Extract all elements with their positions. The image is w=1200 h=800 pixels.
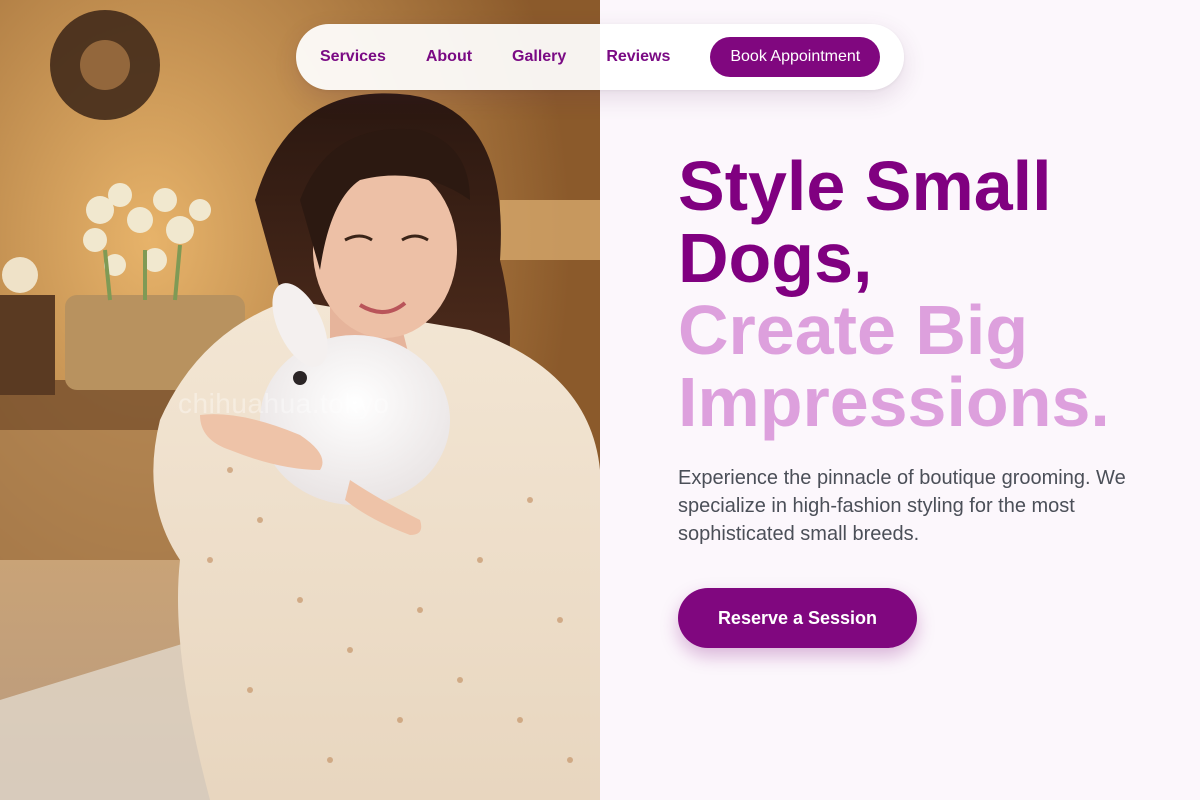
headline-line-4: Impressions.: [678, 363, 1110, 441]
reserve-session-button[interactable]: Reserve a Session: [678, 588, 917, 648]
landing-page: chihuahua.tokyo Services About Gallery R…: [0, 0, 1200, 800]
nav-link-reviews[interactable]: Reviews: [606, 48, 670, 66]
headline-line-3: Create Big: [678, 291, 1029, 369]
headline-line-1: Style Small: [678, 147, 1052, 225]
hero-headline: Style Small Dogs, Create Big Impressions…: [678, 150, 1178, 438]
hero-description: Experience the pinnacle of boutique groo…: [678, 467, 1126, 545]
nav-link-about[interactable]: About: [426, 48, 472, 66]
headline-line-2: Dogs,: [678, 219, 873, 297]
nav-link-services[interactable]: Services: [320, 48, 386, 66]
hero-photo: chihuahua.tokyo: [0, 0, 600, 800]
nav-link-gallery[interactable]: Gallery: [512, 48, 566, 66]
main-nav: Services About Gallery Reviews Book Appo…: [296, 24, 904, 90]
photo-watermark: chihuahua.tokyo: [178, 388, 390, 419]
book-appointment-button[interactable]: Book Appointment: [710, 37, 881, 77]
